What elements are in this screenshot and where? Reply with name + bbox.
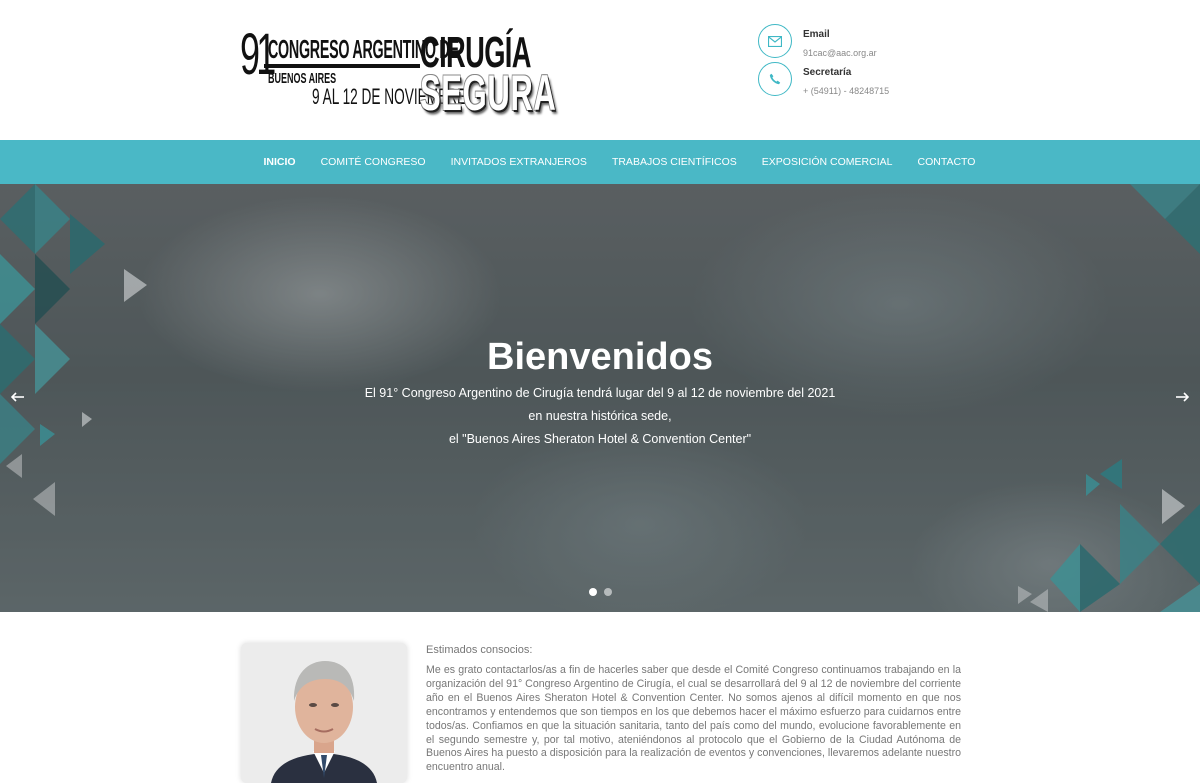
contact-email: Email 91cac@aac.org.ar (758, 24, 958, 62)
contact-phone: Secretaría + (54911) - 48248715 (758, 62, 958, 100)
nav-item-contacto[interactable]: CONTACTO (905, 140, 988, 184)
nav-item-exposicion-comercial[interactable]: EXPOSICIÓN COMERCIAL (749, 140, 905, 184)
hero-text-line-1: El 91° Congreso Argentino de Cirugía ten… (364, 386, 836, 400)
slider-dot-1[interactable] (589, 588, 597, 596)
phone-value[interactable]: + (54911) - 48248715 (803, 86, 889, 96)
slider-prev-arrow-icon[interactable] (8, 389, 28, 405)
main-nav: INICIO COMITÉ CONGRESO INVITADOS EXTRANJ… (0, 140, 1200, 184)
welcome-letter: Estimados consocios: Me es grato contact… (426, 644, 961, 775)
hero-slider: Bienvenidos El 91° Congreso Argentino de… (0, 184, 1200, 612)
nav-item-invitados-extranjeros[interactable]: INVITADOS EXTRANJEROS (438, 140, 599, 184)
nav-item-inicio[interactable]: INICIO (251, 140, 308, 184)
hero-text-line-2: en nuestra histórica sede, (528, 409, 672, 423)
envelope-icon (758, 24, 792, 58)
logo-line-4: SEGURA (420, 65, 557, 121)
slider-dot-2[interactable] (604, 588, 612, 596)
slider-next-arrow-icon[interactable] (1172, 389, 1192, 405)
letter-greeting: Estimados consocios: (426, 644, 533, 656)
email-label: Email (803, 29, 830, 40)
nav-item-comite-congreso[interactable]: COMITÉ CONGRESO (308, 140, 438, 184)
logo-divider (264, 64, 420, 68)
letter-paragraph: Me es grato contactarlos/as a fin de hac… (426, 664, 961, 774)
nav-item-trabajos-cientificos[interactable]: TRABAJOS CIENTÍFICOS (599, 140, 749, 184)
slider-dots (589, 588, 612, 596)
congress-logo[interactable]: 91 CONGRESO ARGENTINO DE CIRUGÍA BUENOS … (240, 24, 560, 122)
phone-icon (758, 62, 792, 96)
contact-info: Email 91cac@aac.org.ar Secretaría + (549… (758, 24, 958, 100)
welcome-section: Estimados consocios: Me es grato contact… (0, 612, 1200, 783)
president-photo (241, 643, 407, 783)
site-header: 91 CONGRESO ARGENTINO DE CIRUGÍA BUENOS … (0, 0, 1200, 140)
phone-label: Secretaría (803, 67, 852, 78)
email-value[interactable]: 91cac@aac.org.ar (803, 48, 877, 58)
hero-text-line-3: el "Buenos Aires Sheraton Hotel & Conven… (448, 432, 752, 446)
hero-title: Bienvenidos (487, 336, 713, 378)
